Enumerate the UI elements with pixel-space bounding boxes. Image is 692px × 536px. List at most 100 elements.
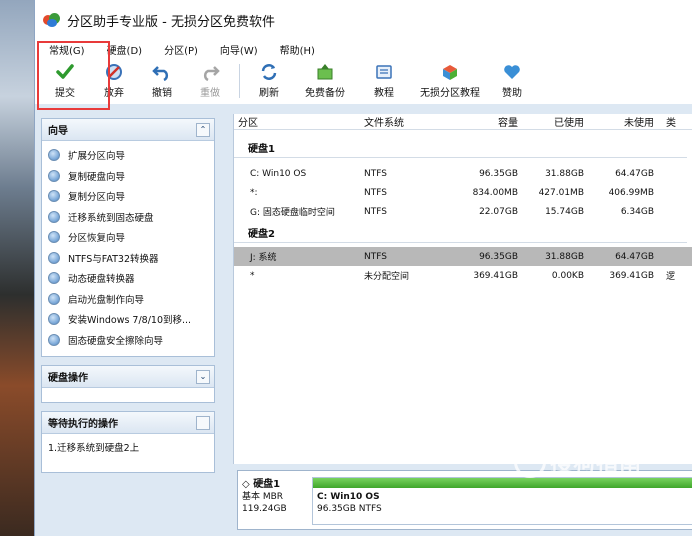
redo-button[interactable]: 重做	[187, 58, 233, 102]
discard-button[interactable]: 放弃	[91, 58, 137, 102]
backup-button[interactable]: 免费备份	[292, 58, 358, 102]
pending-panel: 等待执行的操作 1.迁移系统到硬盘2上	[41, 411, 215, 473]
wizard-panel-title: 向导	[48, 126, 68, 137]
cell-used: 31.88GB	[545, 251, 584, 262]
disk-icon: ◇	[242, 479, 250, 490]
menu-wizard[interactable]: 向导(W)	[220, 42, 258, 57]
tutorial-label: 教程	[374, 88, 394, 99]
table-row[interactable]: * 未分配空间 369.41GB 0.00KB 369.41GB 逻	[234, 266, 692, 285]
expand-down-icon[interactable]: ⌄	[196, 369, 210, 384]
backup-label: 免费备份	[305, 88, 345, 99]
collapse-up-icon[interactable]: ⌃	[196, 122, 210, 137]
wizard-bootable-media[interactable]: 启动光盘制作向导	[48, 289, 214, 310]
watermark-url: zhinan.sogou.com	[518, 494, 646, 510]
undo-button[interactable]: 撤销	[137, 58, 187, 102]
wizard-item-label: 启动光盘制作向导	[68, 294, 145, 306]
title-bar: 分区助手专业版 - 无损分区免费软件	[35, 0, 692, 40]
copy-disk-icon	[48, 169, 60, 182]
wizard-item-label: 扩展分区向导	[68, 151, 126, 163]
partition-table: 分区 文件系统 容量 已使用 未使用 类 硬盘1 C: Win10 OS NTF…	[233, 114, 692, 464]
book-icon	[373, 62, 395, 82]
wizard-item-label: NTFS与FAT32转换器	[68, 253, 159, 265]
wizard-windows-to-go[interactable]: 安装Windows 7/8/10到移...	[48, 309, 214, 330]
refresh-button[interactable]: 刷新	[246, 58, 292, 102]
disk-map-size: 119.24GB	[242, 504, 287, 514]
menu-partition[interactable]: 分区(P)	[164, 42, 198, 57]
cell-partition: J: 系统	[250, 253, 277, 263]
wizard-item-label: 复制硬盘向导	[68, 171, 126, 183]
disk-ops-header: 硬盘操作 ⌄	[42, 366, 214, 388]
cell-used: 15.74GB	[545, 206, 584, 217]
wizard-extend-partition[interactable]: 扩展分区向导	[48, 145, 214, 166]
redo-icon	[199, 62, 221, 82]
wizard-list: 扩展分区向导 复制硬盘向导 复制分区向导 迁移系统到固态硬盘 分区恢复向导 NT…	[42, 141, 214, 356]
pending-list: 1.迁移系统到硬盘2上	[42, 434, 214, 472]
pending-item: 1.迁移系统到硬盘2上	[48, 443, 140, 454]
dynamic-disk-icon	[48, 272, 60, 285]
refresh-icon	[258, 62, 280, 82]
disk-map-name: 硬盘1	[253, 479, 281, 490]
cell-capacity: 834.00MB	[472, 187, 518, 198]
cell-free: 6.34GB	[620, 206, 654, 217]
cell-partition: G: 固态硬盘临时空间	[250, 208, 335, 218]
disc-icon	[48, 292, 60, 305]
toolbar-separator	[239, 64, 240, 98]
discard-label: 放弃	[104, 88, 124, 99]
refresh-label: 刷新	[259, 88, 279, 99]
disk-ops-title: 硬盘操作	[48, 373, 88, 384]
toolbar: 提交 放弃 撤销 重做 刷新 免费备份 教程 无损分区教程 赞助	[35, 58, 692, 102]
cell-type: 逻	[666, 272, 676, 282]
wizard-migrate-os[interactable]: 迁移系统到固态硬盘	[48, 207, 214, 228]
menu-bar: 常规(G) 硬盘(D) 分区(P) 向导(W) 帮助(H)	[35, 40, 692, 58]
cell-fs: 未分配空间	[364, 272, 410, 282]
submit-button[interactable]: 提交	[39, 58, 91, 102]
migrate-os-icon	[48, 210, 60, 223]
wizard-item-label: 固态硬盘安全擦除向导	[68, 335, 164, 347]
lossless-tutorial-label: 无损分区教程	[420, 88, 480, 99]
undo-label: 撤销	[152, 88, 172, 99]
tutorial-button[interactable]: 教程	[358, 58, 410, 102]
table-header: 分区 文件系统 容量 已使用 未使用 类	[234, 114, 692, 130]
lossless-tutorial-button[interactable]: 无损分区教程	[410, 58, 490, 102]
pending-title: 等待执行的操作	[48, 419, 118, 430]
cell-fs: NTFS	[364, 168, 387, 179]
cell-free: 406.99MB	[608, 187, 654, 198]
menu-disk[interactable]: 硬盘(D)	[107, 42, 143, 57]
table-row[interactable]: *: NTFS 834.00MB 427.01MB 406.99MB	[234, 183, 692, 202]
wizard-ssd-erase[interactable]: 固态硬盘安全擦除向导	[48, 330, 214, 351]
wizard-dynamic-disk[interactable]: 动态硬盘转换器	[48, 268, 214, 289]
menu-help[interactable]: 帮助(H)	[280, 42, 315, 57]
col-used[interactable]: 已使用	[518, 114, 584, 129]
box-icon	[439, 62, 461, 82]
backup-icon	[314, 62, 336, 82]
checkmark-icon	[54, 62, 76, 82]
donate-button[interactable]: 赞助	[490, 58, 534, 102]
cell-used: 31.88GB	[545, 168, 584, 179]
convert-icon	[48, 251, 60, 264]
wizard-partition-recovery[interactable]: 分区恢复向导	[48, 227, 214, 248]
table-row-selected[interactable]: J: 系统 NTFS 96.35GB 31.88GB 64.47GB	[234, 247, 692, 266]
cell-capacity: 22.07GB	[479, 206, 518, 217]
wizard-item-label: 分区恢复向导	[68, 233, 126, 245]
cell-partition: *:	[250, 187, 258, 198]
pending-header: 等待执行的操作	[42, 412, 214, 434]
menu-general[interactable]: 常规(G)	[49, 42, 85, 57]
cell-used: 427.01MB	[538, 187, 584, 198]
wizard-item-label: 复制分区向导	[68, 192, 126, 204]
wizard-item-label: 安装Windows 7/8/10到移...	[68, 315, 192, 327]
cell-free: 64.47GB	[615, 168, 654, 179]
pending-toggle-icon[interactable]	[196, 415, 210, 430]
col-type[interactable]: 类	[654, 114, 692, 129]
table-row[interactable]: G: 固态硬盘临时空间 NTFS 22.07GB 15.74GB 6.34GB	[234, 202, 692, 221]
cell-free: 369.41GB	[609, 270, 654, 281]
cell-capacity: 96.35GB	[479, 168, 518, 179]
wizard-ntfs-fat32[interactable]: NTFS与FAT32转换器	[48, 248, 214, 269]
table-row[interactable]: C: Win10 OS NTFS 96.35GB 31.88GB 64.47GB	[234, 164, 692, 183]
col-free[interactable]: 未使用	[584, 114, 654, 129]
wizard-copy-disk[interactable]: 复制硬盘向导	[48, 166, 214, 187]
col-filesystem[interactable]: 文件系统	[364, 114, 446, 129]
disk1-label: 硬盘1	[234, 130, 687, 158]
col-partition[interactable]: 分区	[234, 114, 364, 129]
col-capacity[interactable]: 容量	[446, 114, 518, 129]
wizard-copy-partition[interactable]: 复制分区向导	[48, 186, 214, 207]
